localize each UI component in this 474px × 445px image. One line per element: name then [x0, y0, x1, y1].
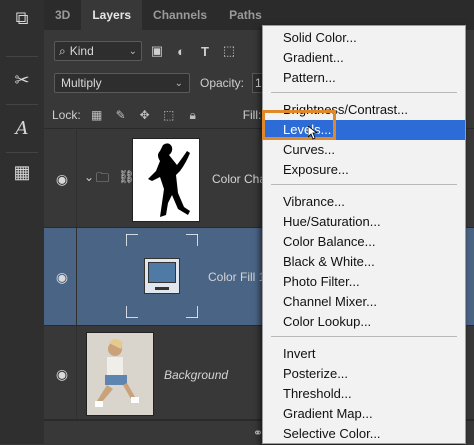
menu-item-gradient-map[interactable]: Gradient Map...: [263, 404, 465, 424]
filter-kind-label: Kind: [69, 44, 94, 58]
menu-item-exposure[interactable]: Exposure...: [263, 160, 465, 180]
divider: [76, 228, 77, 325]
layer-name[interactable]: Background: [164, 368, 228, 382]
glyphs-icon[interactable]: ▦: [8, 158, 36, 186]
menu-item-solid-color[interactable]: Solid Color...: [263, 28, 465, 48]
adjustment-layer-menu: Solid Color... Gradient... Pattern... Brigh…: [262, 25, 466, 444]
tab-layers[interactable]: Layers: [81, 0, 143, 30]
character-icon[interactable]: A: [8, 114, 36, 142]
layer-name[interactable]: Color Cha: [212, 172, 266, 186]
blend-row: Multiply ⌄ Opacity: 10: [54, 72, 273, 94]
lock-label: Lock:: [52, 108, 81, 122]
filter-kind-select[interactable]: ⌕ Kind ⌄: [54, 41, 142, 61]
lock-position-icon[interactable]: ✥: [137, 107, 153, 123]
filter-row: ⌕ Kind ⌄ ▣ ◐ T ⬚: [54, 40, 238, 62]
fill-label: Fill:: [242, 108, 262, 122]
lock-all-icon[interactable]: 🔒︎: [185, 107, 201, 123]
filter-shape-icon[interactable]: ⬚: [220, 42, 238, 60]
visibility-eye-icon[interactable]: ◉: [54, 366, 70, 382]
blend-mode-select[interactable]: Multiply ⌄: [54, 73, 190, 93]
chevron-down-icon: ⌄: [174, 77, 183, 89]
swatch-base: [155, 287, 169, 290]
search-icon: ⌕: [59, 43, 66, 58]
divider: [76, 326, 77, 419]
background-thumbnail[interactable]: [86, 332, 154, 416]
divider: [6, 104, 38, 105]
menu-item-color-balance[interactable]: Color Balance...: [263, 232, 465, 252]
tool-presets-icon[interactable]: ✂: [8, 66, 36, 94]
visibility-eye-icon[interactable]: ◉: [54, 269, 70, 285]
lock-artboard-icon[interactable]: ⬚: [161, 107, 177, 123]
lock-image-icon[interactable]: ✎: [113, 107, 129, 123]
highlight-box: [262, 110, 336, 140]
filter-type-icon[interactable]: T: [196, 42, 214, 60]
menu-separator: [271, 184, 457, 185]
fill-layer-thumbnail[interactable]: [125, 233, 199, 319]
menu-item-color-lookup[interactable]: Color Lookup...: [263, 312, 465, 332]
menu-item-invert[interactable]: Invert: [263, 344, 465, 364]
tools-panel: ⧉ ✂ A ▦: [0, 0, 45, 444]
menu-item-pattern[interactable]: Pattern...: [263, 68, 465, 88]
filter-adjustment-icon[interactable]: ◐: [172, 42, 190, 60]
menu-item-hue-saturation[interactable]: Hue/Saturation...: [263, 212, 465, 232]
tab-3d[interactable]: 3D: [44, 0, 81, 30]
folder-icon: 🗀︎: [96, 170, 110, 185]
disclosure-arrow-icon[interactable]: ⌄: [84, 170, 94, 184]
menu-item-vibrance[interactable]: Vibrance...: [263, 192, 465, 212]
divider: [6, 152, 38, 153]
silhouette-icon: [148, 143, 190, 217]
mouse-cursor-icon: [308, 126, 318, 140]
chevron-down-icon: ⌄: [128, 45, 137, 57]
layer-mask-thumbnail[interactable]: [132, 138, 200, 222]
lock-row: Lock: ▦ ✎ ✥ ⬚ 🔒︎ Fill: 10: [52, 104, 290, 126]
divider: [6, 56, 38, 57]
menu-separator: [271, 336, 457, 337]
menu-item-curves[interactable]: Curves...: [263, 140, 465, 160]
filter-pixel-icon[interactable]: ▣: [148, 42, 166, 60]
menu-item-photo-filter[interactable]: Photo Filter...: [263, 272, 465, 292]
visibility-eye-icon[interactable]: ◉: [54, 171, 70, 187]
menu-item-black-white[interactable]: Black & White...: [263, 252, 465, 272]
menu-item-posterize[interactable]: Posterize...: [263, 364, 465, 384]
person-photo-icon: [95, 339, 139, 407]
menu-item-threshold[interactable]: Threshold...: [263, 384, 465, 404]
menu-item-gradient[interactable]: Gradient...: [263, 48, 465, 68]
lock-transparent-icon[interactable]: ▦: [89, 107, 105, 123]
fill-swatch-color: [148, 262, 176, 283]
tab-channels[interactable]: Channels: [142, 0, 218, 30]
layer-name[interactable]: Color Fill 1: [208, 270, 265, 284]
menu-item-channel-mixer[interactable]: Channel Mixer...: [263, 292, 465, 312]
blend-mode-value: Multiply: [61, 76, 102, 90]
menu-item-selective-color[interactable]: Selective Color...: [263, 424, 465, 444]
clone-source-icon[interactable]: ⧉: [8, 4, 36, 32]
menu-separator: [271, 92, 457, 93]
divider: [76, 130, 77, 227]
fill-swatch: [144, 258, 180, 294]
opacity-label: Opacity:: [200, 76, 245, 90]
